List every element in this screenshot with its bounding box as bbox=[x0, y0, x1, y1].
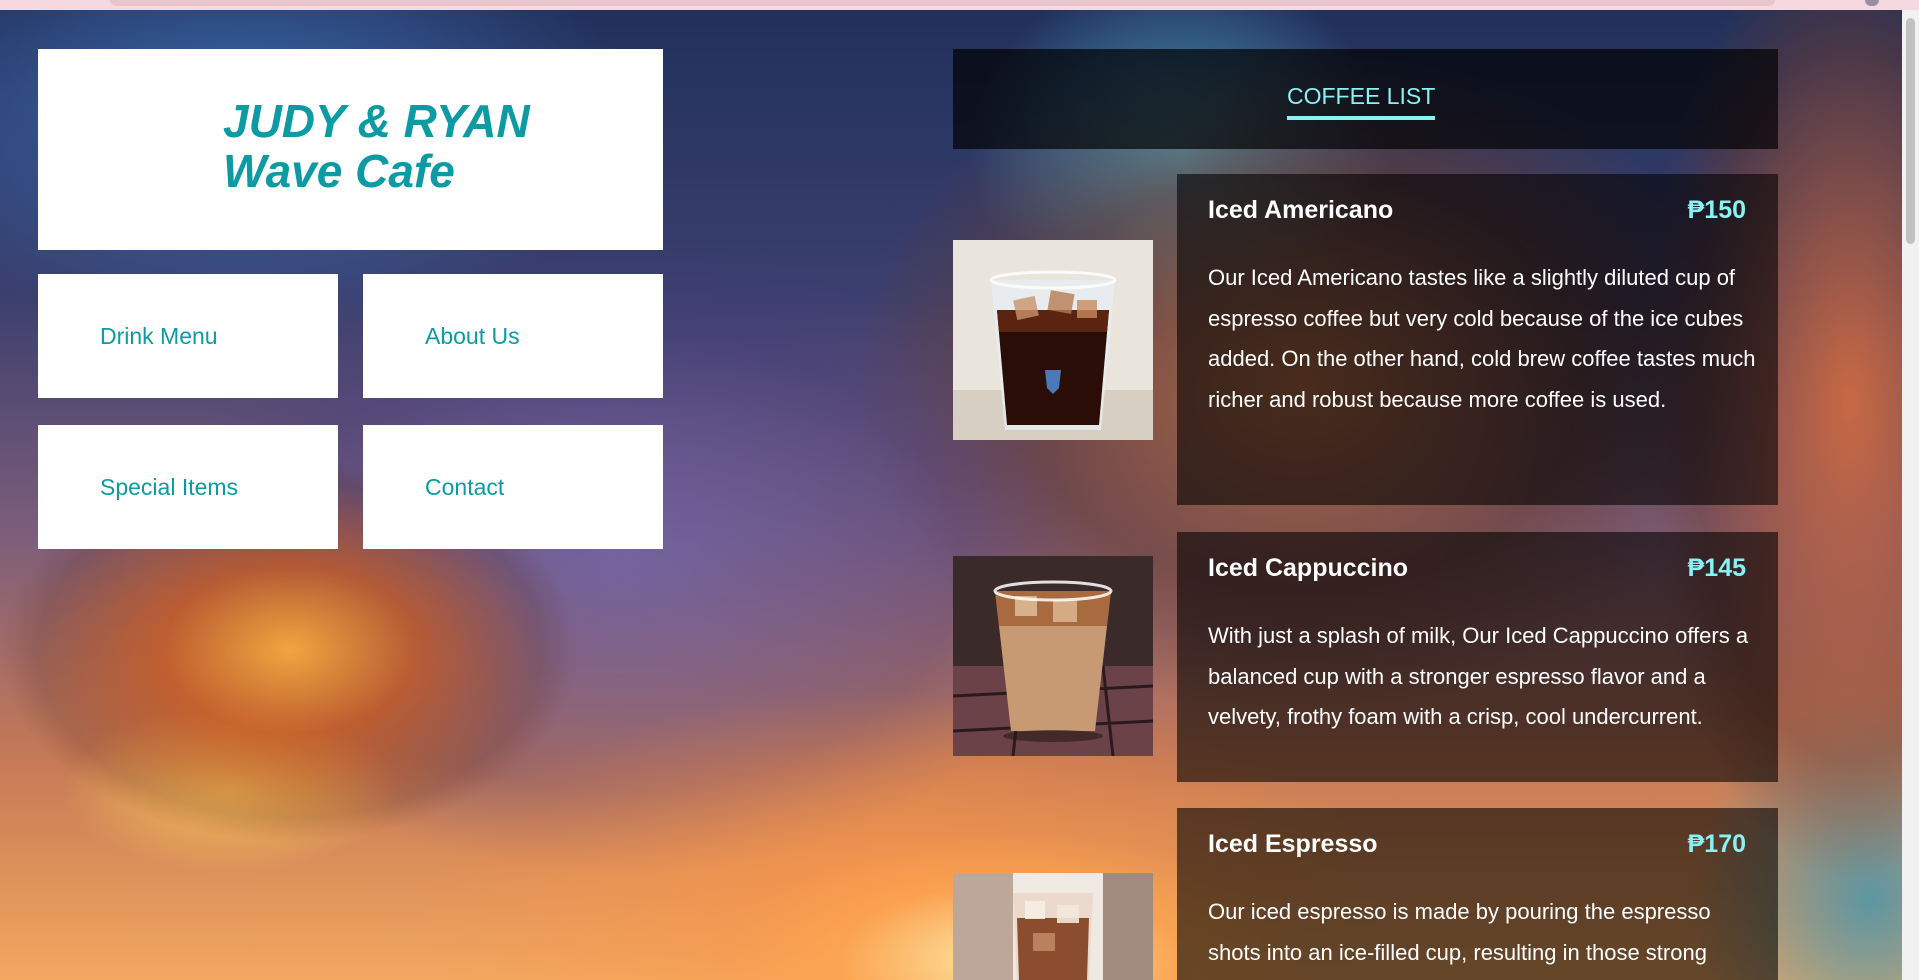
coffee-item-price: ₱145 bbox=[1687, 554, 1746, 582]
coffee-list-header: COFFEE LIST bbox=[953, 49, 1778, 149]
coffee-item-name: Iced Americano bbox=[1208, 196, 1394, 224]
browser-top-strip bbox=[0, 0, 1919, 10]
nav-contact-button[interactable]: Contact bbox=[363, 425, 663, 549]
coffee-item-name: Iced Cappuccino bbox=[1208, 554, 1409, 582]
coffee-item-description: Our iced espresso is made by pouring the… bbox=[1208, 899, 1711, 965]
iced-espresso-photo bbox=[953, 873, 1153, 980]
page-scrollbar[interactable] bbox=[1902, 10, 1919, 980]
iced-cappuccino-photo bbox=[953, 556, 1153, 756]
coffee-item-description: Our Iced Americano tastes like a slightl… bbox=[1208, 265, 1756, 412]
browser-tab-bar bbox=[110, 0, 1775, 6]
coffee-item-price: ₱150 bbox=[1687, 196, 1746, 224]
brand-logo-box[interactable]: JUDY & RYAN Wave Cafe bbox=[38, 49, 663, 250]
coffee-item-card: Iced Espresso ₱170 Our iced espresso is … bbox=[1177, 808, 1778, 980]
iced-americano-photo bbox=[953, 240, 1153, 440]
coffee-item-name: Iced Espresso bbox=[1208, 830, 1378, 858]
brand-title-line2: Wave Cafe bbox=[223, 145, 455, 197]
brand-title-line1: JUDY & RYAN bbox=[223, 95, 530, 147]
coffee-item-description: With just a splash of milk, Our Iced Cap… bbox=[1208, 623, 1749, 729]
nav-special-items-button[interactable]: Special Items bbox=[38, 425, 338, 549]
coffee-item-card: Iced Cappuccino ₱145 With just a splash … bbox=[1177, 532, 1778, 782]
tab-coffee-list[interactable]: COFFEE LIST bbox=[1287, 83, 1436, 120]
coffee-item-price: ₱170 bbox=[1687, 830, 1746, 858]
browser-profile-icon[interactable] bbox=[1865, 0, 1879, 6]
nav-drink-menu-button[interactable]: Drink Menu bbox=[38, 274, 338, 398]
coffee-item-card: Iced Americano ₱150 Our Iced Americano t… bbox=[1177, 174, 1778, 505]
nav-about-us-button[interactable]: About Us bbox=[363, 274, 663, 398]
scrollbar-thumb[interactable] bbox=[1906, 18, 1915, 244]
